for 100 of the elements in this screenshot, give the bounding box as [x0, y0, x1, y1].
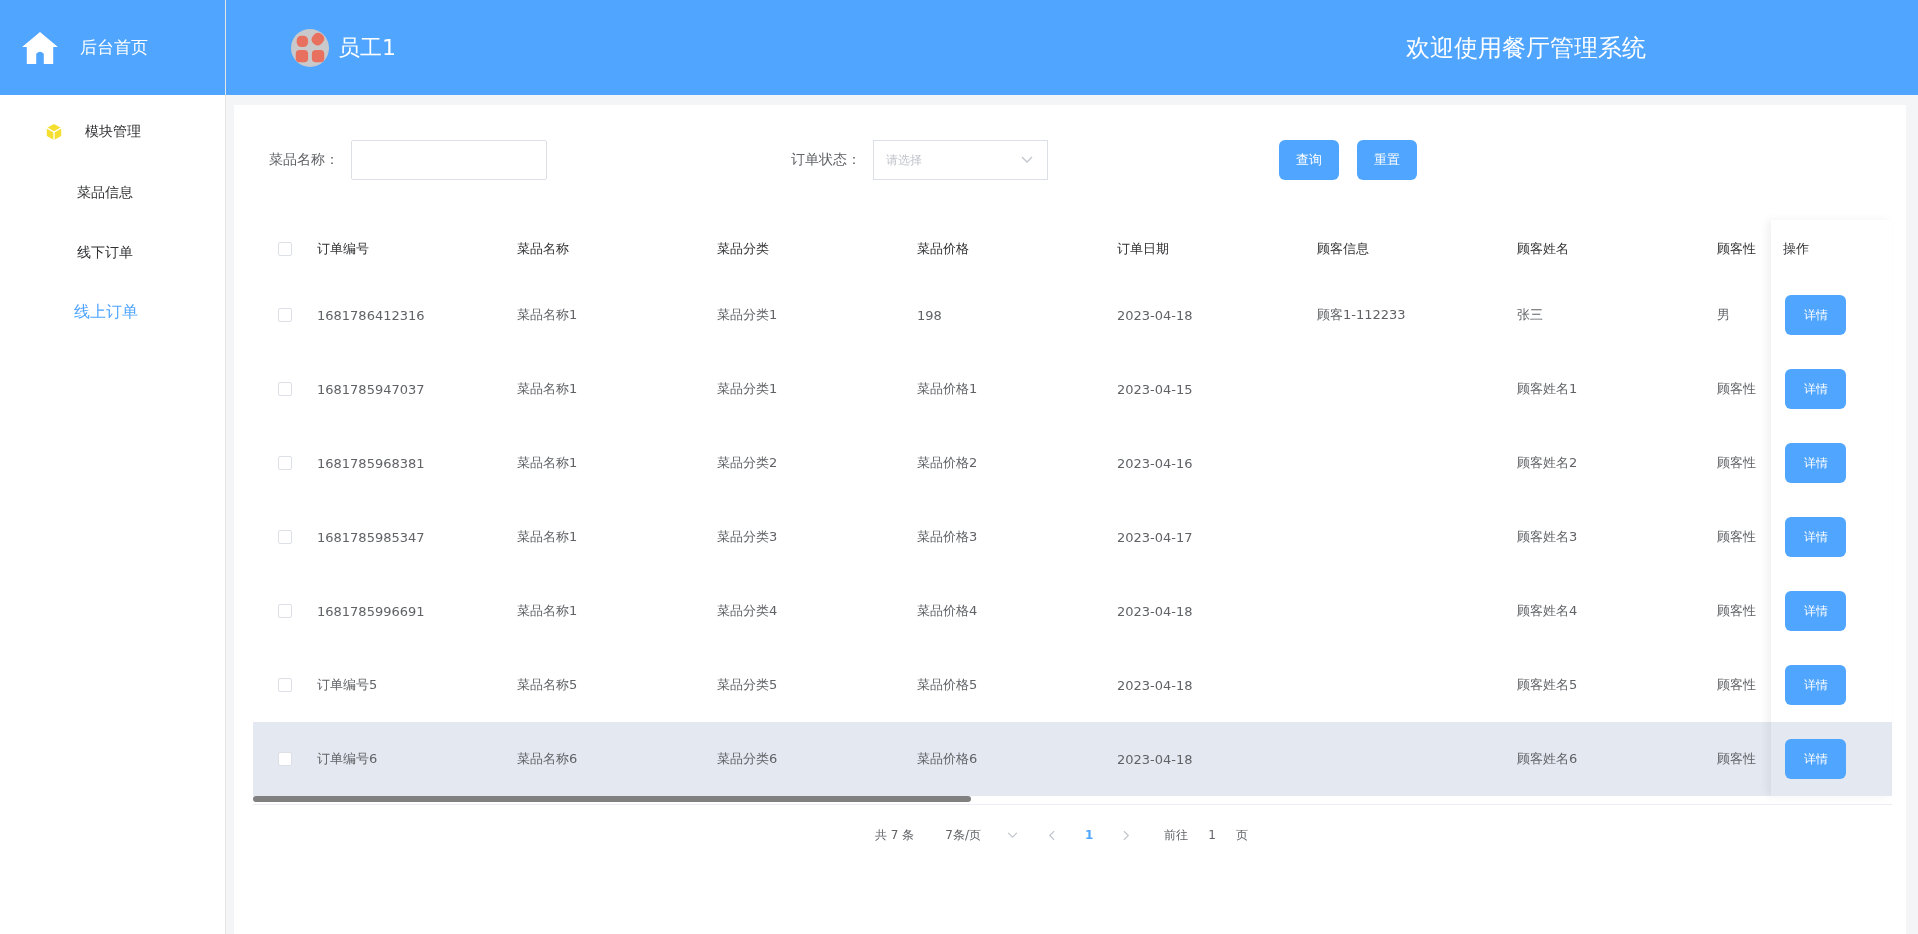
horizontal-scrollbar[interactable] [253, 796, 1892, 805]
column-header: 操作 [1783, 240, 1809, 258]
table-cell: 菜品价格2 [917, 455, 978, 470]
table-cell: 2023-04-18 [1117, 751, 1193, 767]
table-cell: 顾客姓名2 [1517, 455, 1578, 470]
table-cell: 菜品名称1 [517, 603, 578, 618]
column-header: 顾客信息 [1317, 240, 1370, 258]
detail-button[interactable]: 详情 [1785, 739, 1846, 779]
table-cell: 2023-04-15 [1117, 381, 1193, 397]
filter-button[interactable]: 重置 [1357, 140, 1417, 180]
table-cell: 2023-04-16 [1117, 455, 1193, 471]
table-cell: 顾客1-112233 [1317, 307, 1406, 322]
checkbox[interactable] [278, 604, 292, 618]
table-cell: 菜品名称1 [517, 381, 578, 396]
cube-icon [45, 123, 63, 141]
checkbox[interactable] [278, 752, 292, 766]
checkbox[interactable] [278, 382, 292, 396]
table-cell: 顾客性 [1717, 751, 1756, 766]
total-count: 共 7 条 [875, 826, 915, 844]
column-header: 菜品名称 [517, 240, 570, 258]
table-cell: 菜品名称1 [517, 455, 578, 470]
table-cell: 顾客姓名1 [1517, 381, 1578, 396]
checkbox[interactable] [278, 530, 292, 544]
table-cell: 1681786412316 [317, 307, 425, 323]
table-cell: 订单编号5 [317, 677, 378, 692]
filter-label: 订单状态： [791, 151, 861, 169]
table-cell: 顾客性 [1717, 529, 1756, 544]
table-cell: 男 [1717, 307, 1730, 322]
table-cell: 菜品分类5 [717, 677, 778, 692]
checkbox[interactable] [278, 308, 292, 322]
table-cell: 张三 [1517, 307, 1543, 322]
table-cell: 菜品价格3 [917, 529, 978, 544]
table-cell: 198 [917, 307, 942, 323]
column-header: 菜品分类 [717, 240, 770, 258]
table-cell: 顾客姓名3 [1517, 529, 1578, 544]
detail-button[interactable]: 详情 [1785, 369, 1846, 409]
table-cell: 菜品名称5 [517, 677, 578, 692]
checkbox[interactable] [278, 678, 292, 692]
chevron-down-icon [1021, 156, 1033, 164]
column-header: 订单日期 [1117, 240, 1170, 258]
detail-button[interactable]: 详情 [1785, 665, 1846, 705]
table-cell: 菜品名称1 [517, 529, 578, 544]
previous-page-icon[interactable] [1047, 829, 1055, 841]
table-cell: 菜品分类1 [717, 307, 778, 322]
table-cell: 菜品分类1 [717, 381, 778, 396]
filter-button[interactable]: 查询 [1279, 140, 1339, 180]
page-suffix: 页 [1235, 826, 1248, 844]
column-header: 订单编号 [317, 240, 370, 258]
home-link[interactable]: 后台首页 [21, 30, 148, 65]
detail-button[interactable]: 详情 [1785, 443, 1846, 483]
filter-label: 菜品名称： [269, 151, 339, 169]
detail-button[interactable]: 详情 [1785, 295, 1846, 335]
table-cell: 菜品名称1 [517, 307, 578, 322]
table-cell: 顾客姓名6 [1517, 751, 1578, 766]
table-cell: 2023-04-17 [1117, 529, 1193, 545]
table-cell: 菜品分类2 [717, 455, 778, 470]
goto-label: 前往 [1164, 826, 1189, 844]
checkbox[interactable] [278, 242, 292, 256]
checkbox[interactable] [278, 456, 292, 470]
table-cell: 2023-04-18 [1117, 603, 1193, 619]
table-cell: 2023-04-18 [1117, 677, 1193, 693]
table-cell: 菜品价格4 [917, 603, 978, 618]
menu-item[interactable]: 线下订单 [0, 222, 225, 282]
table-cell: 菜品分类3 [717, 529, 778, 544]
table-cell: 订单编号6 [317, 751, 378, 766]
page-number[interactable]: 1 [1084, 828, 1094, 842]
home-icon [21, 30, 59, 65]
page-title: 欢迎使用餐厅管理系统 [1406, 32, 1646, 64]
table-cell: 1681785947037 [317, 381, 425, 397]
table-cell: 1681785996691 [317, 603, 425, 619]
next-page-icon[interactable] [1123, 829, 1131, 841]
table-cell: 菜品价格6 [917, 751, 978, 766]
chevron-down-icon [1006, 831, 1018, 839]
table-cell: 菜品分类4 [717, 603, 778, 618]
table-row[interactable]: 订单编号6 菜品名称6 菜品分类6 菜品价格6 2023-04-18 顾客姓名6 顾客性 [253, 722, 1771, 796]
avatar-icon [291, 28, 329, 67]
menu-item[interactable]: 菜品信息 [0, 162, 225, 222]
table-cell: 顾客姓名5 [1517, 677, 1578, 692]
table-cell: 菜品名称6 [517, 751, 578, 766]
status-select[interactable]: 请选择 [873, 140, 1048, 180]
table-cell: 顾客性 [1717, 603, 1756, 618]
column-header: 顾客姓名 [1517, 240, 1570, 258]
table-cell: 菜品价格1 [917, 381, 978, 396]
table-cell: 菜品价格5 [917, 677, 978, 692]
page-jump-input[interactable]: 1 [1208, 828, 1216, 842]
table-cell: 顾客姓名4 [1517, 603, 1578, 618]
detail-button[interactable]: 详情 [1785, 517, 1846, 557]
user-name: 员工1 [338, 33, 396, 62]
table-cell: 顾客性 [1717, 455, 1756, 470]
column-header: 顾客性 [1717, 240, 1757, 258]
menu-group-title[interactable]: 模块管理 [0, 102, 225, 162]
table-cell: 1681785968381 [317, 455, 425, 471]
table-cell: 2023-04-18 [1117, 307, 1193, 323]
dish-name-input[interactable] [351, 140, 547, 180]
table-cell: 顾客性 [1717, 381, 1756, 396]
detail-button[interactable]: 详情 [1785, 591, 1846, 631]
menu-item[interactable]: 线上订单 [0, 282, 225, 342]
page-size-select[interactable]: 7条/页 [945, 826, 1018, 844]
table-cell: 1681785985347 [317, 529, 425, 545]
table-cell: 顾客性 [1717, 677, 1756, 692]
